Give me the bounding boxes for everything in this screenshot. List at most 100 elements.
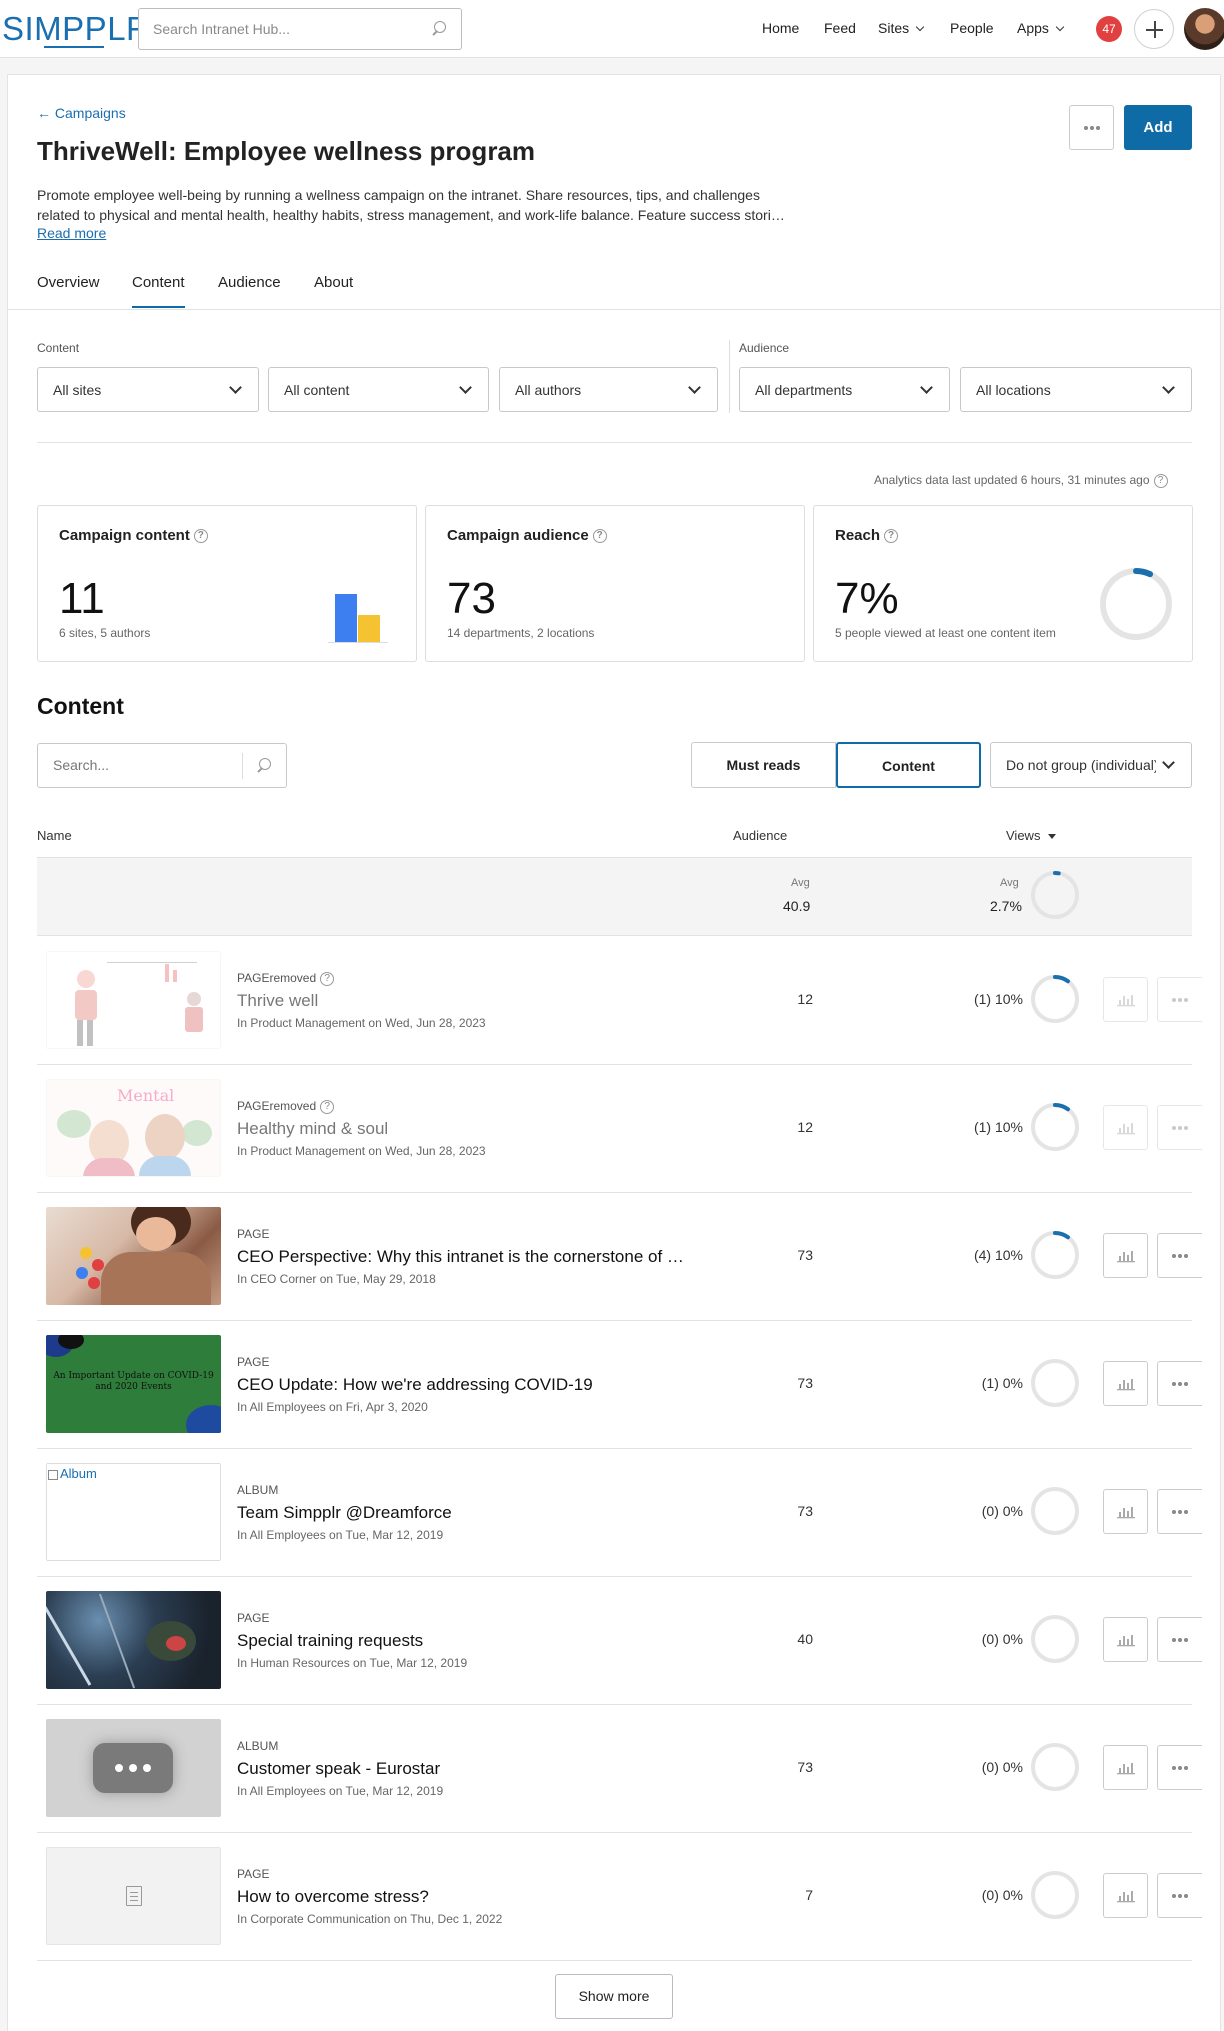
- notification-badge[interactable]: 47: [1096, 16, 1122, 42]
- analytics-button[interactable]: [1103, 1489, 1148, 1534]
- row-more-options-button[interactable]: [1157, 1873, 1202, 1918]
- search-icon[interactable]: [256, 758, 272, 774]
- help-icon[interactable]: ?: [1153, 473, 1168, 488]
- analytics-button[interactable]: [1103, 977, 1148, 1022]
- read-more-link[interactable]: Read more: [37, 225, 106, 241]
- column-header-views[interactable]: Views: [1006, 828, 1057, 843]
- nav-home[interactable]: Home: [762, 20, 799, 36]
- table-row[interactable]: Mental PAGEremoved? Healthy mind & soul In …: [37, 1065, 1202, 1193]
- content-views: (1) 10%: [973, 991, 1023, 1007]
- locations-dropdown[interactable]: All locations: [960, 367, 1192, 412]
- sites-dropdown[interactable]: All sites: [37, 367, 259, 412]
- table-row[interactable]: PAGEremoved? Thrive well In Product Manage…: [37, 937, 1202, 1065]
- content-title-link[interactable]: Special training requests: [237, 1631, 423, 1651]
- content-search-box[interactable]: [37, 743, 287, 788]
- analytics-button[interactable]: [1103, 1745, 1148, 1790]
- arrow-left-icon: ←: [37, 105, 55, 121]
- nav-feed[interactable]: Feed: [824, 20, 856, 36]
- dot: [1184, 1766, 1188, 1770]
- content-title-link[interactable]: Team Simpplr @Dreamforce: [237, 1503, 452, 1523]
- nav-sites[interactable]: Sites: [878, 20, 925, 36]
- help-icon[interactable]: ?: [884, 529, 899, 544]
- campaign-content-card: Campaign content? 11 6 sites, 5 authors: [37, 505, 417, 662]
- row-more-options-button[interactable]: [1157, 1617, 1202, 1662]
- content-search-input[interactable]: [53, 757, 243, 773]
- column-header-name[interactable]: Name: [37, 828, 72, 843]
- analytics-button[interactable]: [1103, 1873, 1148, 1918]
- global-search-input[interactable]: [153, 19, 413, 39]
- content-title-link[interactable]: Thrive well: [237, 991, 318, 1011]
- group-by-dropdown[interactable]: Do not group (individual): [990, 742, 1192, 788]
- tab-audience[interactable]: Audience: [218, 274, 281, 291]
- departments-dropdown[interactable]: All departments: [739, 367, 950, 412]
- content-type: PAGEremoved?: [237, 971, 335, 986]
- row-more-options-button[interactable]: [1157, 1105, 1202, 1150]
- content-audience-count: 73: [797, 1759, 813, 1775]
- table-row[interactable]: PAGE How to overcome stress? In Corporate …: [37, 1833, 1202, 1961]
- content-thumbnail[interactable]: [46, 1719, 221, 1817]
- nav-people[interactable]: People: [950, 20, 994, 36]
- ring-track: [1031, 1231, 1079, 1279]
- content-thumbnail[interactable]: An Important Update on COVID-19 and 2020…: [46, 1335, 221, 1433]
- ring-track: [1031, 871, 1079, 919]
- views-ring: [1031, 1615, 1079, 1663]
- tab-content[interactable]: Content: [132, 274, 185, 308]
- user-avatar[interactable]: [1184, 8, 1224, 50]
- row-more-options-button[interactable]: [1157, 1233, 1202, 1278]
- nav-apps-label: Apps: [1017, 20, 1049, 36]
- content-thumbnail[interactable]: [46, 1591, 221, 1689]
- content-thumbnail[interactable]: Mental: [46, 1079, 221, 1177]
- content-thumbnail[interactable]: [46, 1847, 221, 1945]
- table-row[interactable]: ALBUM Customer speak - Eurostar In All Emp…: [37, 1705, 1202, 1833]
- row-more-options-button[interactable]: [1157, 1745, 1202, 1790]
- table-row[interactable]: PAGE CEO Perspective: Why this intranet i…: [37, 1193, 1202, 1321]
- table-row[interactable]: Album ALBUM Team Simpplr @Dreamforce In All…: [37, 1449, 1202, 1577]
- content-title-link[interactable]: CEO Perspective: Why this intranet is th…: [237, 1247, 692, 1267]
- content-type-dropdown[interactable]: All content: [268, 367, 489, 412]
- back-to-campaigns-link[interactable]: ← Campaigns: [37, 105, 126, 121]
- more-options-button[interactable]: [1069, 105, 1114, 150]
- help-icon[interactable]: ?: [320, 971, 335, 986]
- analytics-button[interactable]: [1103, 1617, 1148, 1662]
- thumbnail-decoration: Mental: [117, 1086, 175, 1105]
- stat-title-text: Reach: [835, 527, 881, 544]
- chevron-down-icon: [915, 22, 925, 32]
- analytics-button[interactable]: [1103, 1361, 1148, 1406]
- must-reads-toggle[interactable]: Must reads: [691, 742, 836, 788]
- content-thumbnail[interactable]: [46, 1207, 221, 1305]
- content-title-link[interactable]: CEO Update: How we're addressing COVID-1…: [237, 1375, 593, 1395]
- help-icon[interactable]: ?: [193, 529, 208, 544]
- description-line-1: Promote employee well-being by running a…: [37, 187, 760, 203]
- analytics-button[interactable]: [1103, 1233, 1148, 1278]
- simpplr-logo[interactable]: SIMPPLR: [2, 10, 150, 48]
- content-title-link[interactable]: Healthy mind & soul: [237, 1119, 388, 1139]
- content-thumbnail[interactable]: [46, 951, 221, 1049]
- show-more-button[interactable]: Show more: [555, 1974, 673, 2019]
- tab-about[interactable]: About: [314, 274, 353, 291]
- row-more-options-button[interactable]: [1157, 977, 1202, 1022]
- help-icon[interactable]: ?: [592, 529, 607, 544]
- create-plus-button[interactable]: [1134, 9, 1174, 49]
- help-icon[interactable]: ?: [320, 1099, 335, 1114]
- page-icon: [126, 1886, 142, 1906]
- content-title-link[interactable]: How to overcome stress?: [237, 1887, 429, 1907]
- analytics-updated-note: Analytics data last updated 6 hours, 31 …: [874, 473, 1168, 488]
- reach-progress-ring: [1100, 568, 1172, 640]
- content-title-link[interactable]: Customer speak - Eurostar: [237, 1759, 440, 1779]
- table-row[interactable]: PAGE Special training requests In Human Re…: [37, 1577, 1202, 1705]
- analytics-button[interactable]: [1103, 1105, 1148, 1150]
- global-search-box[interactable]: [138, 8, 462, 50]
- authors-dropdown[interactable]: All authors: [499, 367, 718, 412]
- content-thumbnail[interactable]: Album: [46, 1463, 221, 1561]
- views-ring: [1031, 975, 1079, 1023]
- nav-apps[interactable]: Apps: [1017, 20, 1065, 36]
- search-icon[interactable]: [431, 21, 447, 37]
- tab-overview[interactable]: Overview: [37, 274, 100, 291]
- dot: [1178, 1510, 1182, 1514]
- row-more-options-button[interactable]: [1157, 1361, 1202, 1406]
- row-more-options-button[interactable]: [1157, 1489, 1202, 1534]
- add-button[interactable]: Add: [1124, 105, 1192, 150]
- content-toggle[interactable]: Content: [836, 742, 981, 788]
- table-row[interactable]: An Important Update on COVID-19 and 2020…: [37, 1321, 1202, 1449]
- column-header-audience[interactable]: Audience: [733, 828, 787, 843]
